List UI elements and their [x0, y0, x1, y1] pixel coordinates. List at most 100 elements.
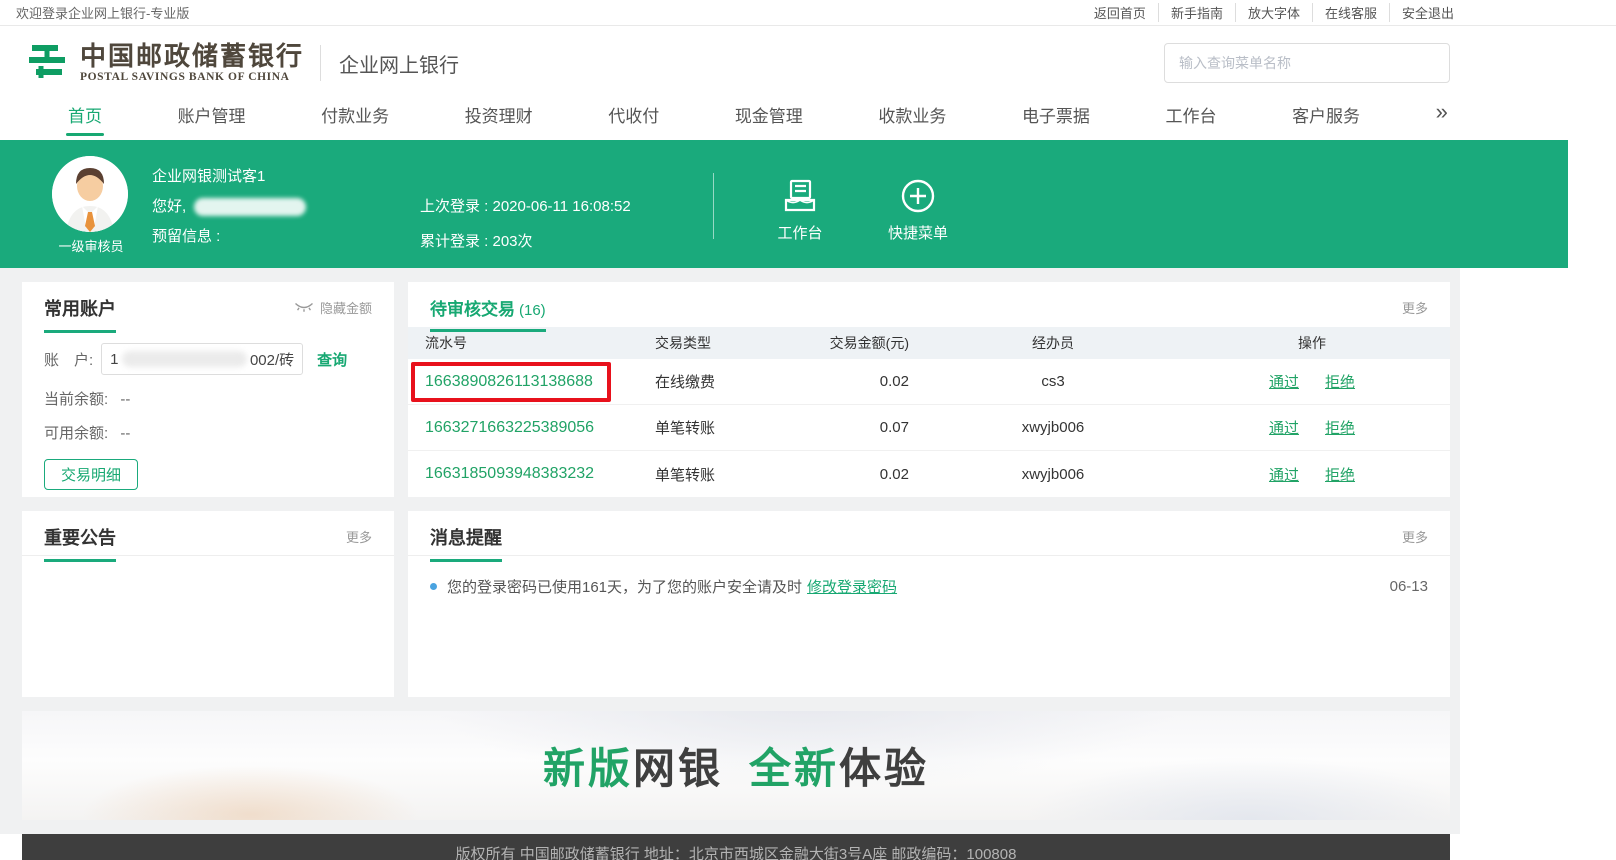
transaction-operator: xwyjb006	[915, 466, 1191, 483]
redacted-account-number	[122, 351, 247, 367]
account-query-link[interactable]: 查询	[317, 349, 347, 370]
header: 中国邮政储蓄银行 POSTAL SAVINGS BANK OF CHINA 企业…	[0, 26, 1616, 100]
topbar: 欢迎登录企业网上银行-专业版 返回首页 新手指南 放大字体 在线客服 安全退出	[0, 0, 1616, 26]
nav-more-chevron-icon[interactable]: »	[1436, 102, 1448, 122]
user-banner: 一级审核员 企业网银测试客1 您好, 预留信息 : 上次登录 : 2020-06…	[0, 140, 1568, 268]
pending-card-title: 待审核交易(16)	[430, 295, 546, 332]
nav-investment[interactable]: 投资理财	[465, 102, 533, 136]
serial-number-link[interactable]: 1663185093948383232	[425, 465, 594, 482]
transaction-amount: 0.02	[805, 373, 915, 390]
message-text: 您的登录密码已使用161天，为了您的账户安全请及时	[447, 576, 802, 597]
current-balance-label: 当前余额:	[44, 391, 108, 408]
approve-link[interactable]: 通过	[1269, 417, 1299, 438]
message-card-title: 消息提醒	[430, 524, 502, 562]
bank-logo[interactable]: 中国邮政储蓄银行 POSTAL SAVINGS BANK OF CHINA	[24, 40, 304, 86]
approve-link[interactable]: 通过	[1269, 464, 1299, 485]
header-divider	[320, 45, 321, 81]
approve-link[interactable]: 通过	[1269, 371, 1299, 392]
avatar-block: 一级审核员	[52, 156, 130, 255]
table-header-row: 流水号 交易类型 交易金额(元) 经办员 操作	[408, 327, 1450, 359]
welcome-text: 欢迎登录企业网上银行-专业版	[16, 3, 189, 22]
transaction-type: 在线缴费	[655, 371, 805, 392]
notice-more-link[interactable]: 更多	[346, 527, 372, 546]
reserved-info-label: 预留信息 :	[152, 225, 306, 241]
common-accounts-card: 常用账户 隐藏金额 账 户: 1 002/砖	[22, 282, 394, 497]
account-label: 账 户:	[44, 349, 93, 370]
hide-amount-toggle[interactable]: 隐藏金额	[294, 298, 372, 317]
table-row: 1663271663225389056 单笔转账 0.07 xwyjb006 通…	[408, 405, 1450, 451]
redacted-username	[194, 198, 306, 216]
available-balance-value: --	[120, 425, 130, 442]
main-nav: 首页 账户管理 付款业务 投资理财 代收付 现金管理 收款业务 电子票据 工作台…	[0, 100, 1616, 140]
link-safe-exit[interactable]: 安全退出	[1390, 3, 1454, 22]
message-item: 您的登录密码已使用161天，为了您的账户安全请及时 修改登录密码 06-13	[430, 576, 1428, 597]
pending-transactions-card: 待审核交易(16) 更多 流水号 交易类型 交易金额(元) 经办员 操作 166…	[408, 282, 1450, 497]
transaction-detail-button[interactable]: 交易明细	[44, 459, 138, 490]
table-row: 1663890826113138688 在线缴费 0.02 cs3 通过 拒绝	[408, 359, 1450, 405]
nav-account-management[interactable]: 账户管理	[178, 102, 246, 136]
nav-home[interactable]: 首页	[68, 102, 102, 136]
quick-menu-label: 快捷菜单	[873, 222, 963, 243]
change-password-link[interactable]: 修改登录密码	[807, 576, 897, 597]
promo-banner[interactable]: 新版网银全新体验	[22, 711, 1450, 820]
table-row: 1663185093948383232 单笔转账 0.02 xwyjb006 通…	[408, 451, 1450, 497]
login-stats: 上次登录 : 2020-06-11 16:08:52 累计登录 : 203次	[420, 195, 631, 265]
reject-link[interactable]: 拒绝	[1325, 417, 1355, 438]
nav-receivables[interactable]: 收款业务	[878, 102, 946, 136]
user-info: 企业网银测试客1 您好, 预留信息 :	[152, 165, 306, 255]
current-balance-value: --	[120, 391, 130, 408]
reject-link[interactable]: 拒绝	[1325, 464, 1355, 485]
copyright-text: 版权所有 中国邮政储蓄银行 地址：北京市西城区金融大街3号A座 邮政编码：100…	[456, 846, 1017, 860]
shortcut-quick-menu[interactable]: 快捷菜单	[873, 176, 963, 243]
nav-workbench[interactable]: 工作台	[1166, 102, 1217, 136]
greeting-text: 您好,	[152, 198, 186, 215]
transaction-operator: xwyjb006	[915, 419, 1191, 436]
promo-part4: 体验	[839, 745, 929, 792]
link-online-service[interactable]: 在线客服	[1313, 3, 1390, 22]
pending-count-badge: (16)	[519, 302, 546, 319]
col-operator: 经办员	[915, 333, 1191, 353]
highlight-annotation-box: 1663890826113138688	[411, 362, 611, 402]
col-actions: 操作	[1191, 333, 1433, 353]
available-balance-label: 可用余额:	[44, 425, 108, 442]
bank-name-cn: 中国邮政储蓄银行	[80, 43, 304, 71]
col-amount: 交易金额(元)	[805, 333, 915, 353]
psbc-logo-icon	[24, 40, 70, 86]
nav-payment-business[interactable]: 付款业务	[321, 102, 389, 136]
important-notice-card: 重要公告 更多	[22, 511, 394, 697]
quick-menu-plus-icon	[873, 176, 963, 216]
link-return-home[interactable]: 返回首页	[1082, 3, 1159, 22]
user-role: 一级审核员	[52, 236, 130, 255]
shortcut-workbench[interactable]: 工作台	[755, 176, 845, 243]
promo-part3: 全新	[749, 745, 839, 792]
col-transaction-type: 交易类型	[655, 333, 805, 353]
promo-part2: 网银	[633, 745, 723, 792]
account-select[interactable]: 1 002/砖	[101, 343, 303, 375]
accounts-card-title: 常用账户	[44, 295, 116, 333]
nav-customer-service[interactable]: 客户服务	[1292, 102, 1360, 136]
reject-link[interactable]: 拒绝	[1325, 371, 1355, 392]
nav-cash-management[interactable]: 现金管理	[735, 102, 803, 136]
promo-part1: 新版	[543, 745, 633, 792]
pending-more-link[interactable]: 更多	[1402, 298, 1428, 317]
footer: 版权所有 中国邮政储蓄银行 地址：北京市西城区金融大街3号A座 邮政编码：100…	[22, 834, 1450, 860]
transaction-amount: 0.07	[805, 419, 915, 436]
promo-slogan: 新版网银全新体验	[543, 735, 929, 796]
bullet-dot-icon	[430, 583, 437, 590]
nav-collection-payment[interactable]: 代收付	[608, 102, 659, 136]
menu-search-input[interactable]	[1164, 43, 1450, 83]
serial-number-link[interactable]: 1663890826113138688	[425, 373, 593, 390]
workbench-icon	[755, 176, 845, 216]
nav-e-bills[interactable]: 电子票据	[1022, 102, 1090, 136]
workbench-label: 工作台	[755, 222, 845, 243]
link-enlarge-font[interactable]: 放大字体	[1236, 3, 1313, 22]
serial-number-link[interactable]: 1663271663225389056	[425, 419, 594, 436]
account-number-suffix: 002/砖	[250, 349, 294, 370]
message-date: 06-13	[1390, 578, 1428, 595]
eye-closed-icon	[294, 302, 314, 313]
link-beginner-guide[interactable]: 新手指南	[1159, 3, 1236, 22]
col-serial-number: 流水号	[425, 333, 655, 353]
avatar-person-icon	[52, 156, 128, 232]
message-more-link[interactable]: 更多	[1402, 527, 1428, 546]
product-name: 企业网上银行	[339, 49, 459, 78]
